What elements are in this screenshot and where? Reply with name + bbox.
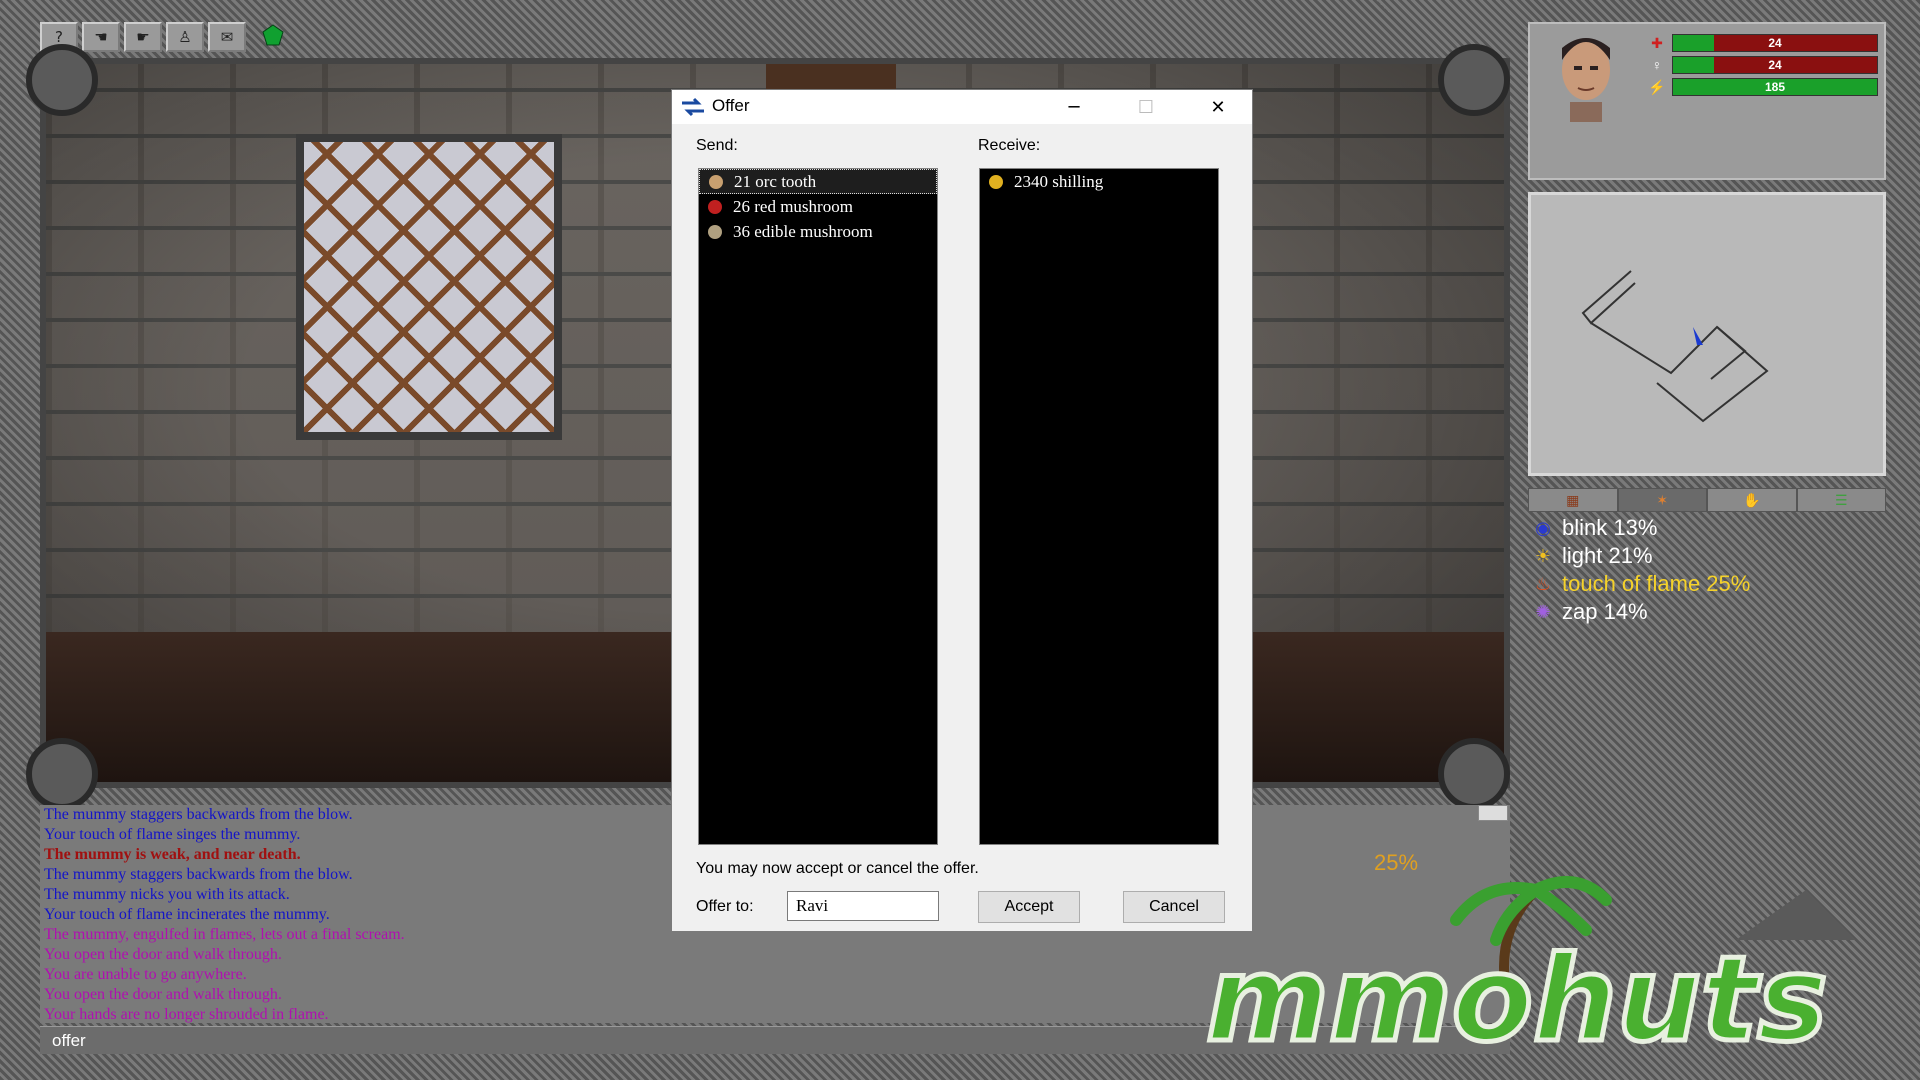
offer-dialog: Offer ─ ☐ ✕ Send: Receive: 21 orc tooth 2… — [671, 89, 1253, 932]
list-item-label: 21 orc tooth — [734, 171, 817, 191]
minimap-lines — [1581, 270, 1769, 423]
spell-item[interactable]: ☀ light 21% — [1530, 542, 1886, 570]
lightning-icon: ✺ — [1535, 601, 1551, 622]
tab-skills[interactable]: ✋ — [1707, 488, 1797, 512]
offer-to-label: Offer to: — [696, 898, 754, 915]
eye-icon: ◉ — [1535, 517, 1551, 538]
tab-spells[interactable]: ✶ — [1617, 488, 1707, 512]
swap-arrows-icon — [682, 97, 704, 117]
gem-icon[interactable] — [260, 22, 286, 48]
character-button[interactable]: ♙ — [166, 22, 204, 52]
status-bar: 24 — [1672, 56, 1878, 74]
spell-label: touch of flame 25% — [1562, 571, 1751, 596]
send-list[interactable]: 21 orc tooth 26 red mushroom 36 edible mus… — [698, 168, 938, 845]
status-bar-value: 185 — [1764, 80, 1786, 94]
health-icon: ✚ — [1651, 34, 1663, 51]
status-bar-value: 24 — [1768, 36, 1782, 50]
tooth-icon — [706, 172, 726, 192]
list-item-label: 36 edible mushroom — [733, 221, 873, 241]
cancel-button[interactable]: Cancel — [1123, 891, 1225, 923]
list-item[interactable]: 2340 shilling — [980, 169, 1218, 194]
corner-ornament-icon — [26, 44, 98, 116]
red-mushroom-icon — [705, 197, 725, 217]
left-hand-button[interactable]: ☚ — [82, 22, 120, 52]
spell-label: light 21% — [1562, 543, 1653, 568]
hand-icon: ✋ — [1743, 491, 1761, 508]
flame-icon: ♨ — [1534, 573, 1552, 594]
minimize-button[interactable]: ─ — [1038, 90, 1110, 124]
menu-icon: ☰ — [1834, 491, 1848, 508]
spell-item[interactable]: ♨ touch of flame 25% — [1530, 570, 1886, 598]
close-button[interactable]: ✕ — [1182, 90, 1254, 124]
accept-button[interactable]: Accept — [978, 891, 1080, 923]
list-item-label: 26 red mushroom — [733, 196, 853, 216]
status-message: You may now accept or cancel the offer. — [696, 860, 979, 877]
tab-options[interactable]: ☰ — [1796, 488, 1886, 512]
corner-ornament-icon — [1438, 44, 1510, 116]
offer-to-input[interactable]: Ravi — [787, 891, 939, 921]
mushroom-icon — [705, 222, 725, 242]
list-item[interactable]: 26 red mushroom — [699, 194, 937, 219]
status-bar-value: 24 — [1768, 58, 1782, 72]
spell-item[interactable]: ✺ zap 14% — [1530, 598, 1886, 626]
status-bar: 185 — [1672, 78, 1878, 96]
log-scrollbar-thumb[interactable] — [1478, 805, 1508, 821]
list-item[interactable]: 36 edible mushroom — [699, 219, 937, 244]
dialog-title: Offer — [712, 96, 750, 115]
coin-icon — [986, 172, 1006, 192]
receive-label: Receive: — [978, 137, 1041, 154]
spell-list: ◉ blink 13% ☀ light 21% ♨ touch of flame 25% ✺… — [1530, 514, 1886, 626]
maximize-button[interactable]: ☐ — [1110, 90, 1182, 124]
spell-item[interactable]: ◉ blink 13% — [1530, 514, 1886, 542]
receive-list[interactable]: 2340 shilling — [979, 168, 1219, 845]
status-bar: 24 — [1672, 34, 1878, 52]
lattice-window — [296, 134, 562, 440]
sun-icon: ☀ — [1534, 545, 1552, 566]
spell-label: zap 14% — [1562, 599, 1648, 624]
character-panel: ✚ 24 ♀ 24 ⚡ 185 — [1528, 22, 1886, 180]
send-label: Send: — [696, 137, 738, 154]
minimap[interactable] — [1528, 192, 1886, 476]
panel-tabs: ▦ ✶ ✋ ☰ — [1528, 488, 1886, 512]
logo-text: mmohuts — [1206, 930, 1828, 1060]
mmohuts-logo: mmohuts — [1206, 876, 1856, 1060]
portrait-avatar[interactable] — [1548, 30, 1624, 122]
spell-icon: ✶ — [1656, 491, 1669, 508]
spell-label: blink 13% — [1562, 515, 1658, 540]
mail-button[interactable]: ✉ — [208, 22, 246, 52]
corner-ornament-icon — [26, 738, 98, 810]
dialog-titlebar[interactable]: Offer ─ ☐ ✕ — [672, 90, 1252, 124]
right-hand-button[interactable]: ☛ — [124, 22, 162, 52]
mana-icon: ♀ — [1651, 57, 1663, 73]
list-item-label: 2340 shilling — [1014, 171, 1104, 191]
tab-inventory[interactable]: ▦ — [1528, 488, 1618, 512]
list-item[interactable]: 21 orc tooth — [699, 169, 937, 194]
corner-ornament-icon — [1438, 738, 1510, 810]
chest-icon: ▦ — [1566, 491, 1580, 508]
stamina-icon: ⚡ — [1648, 78, 1666, 95]
